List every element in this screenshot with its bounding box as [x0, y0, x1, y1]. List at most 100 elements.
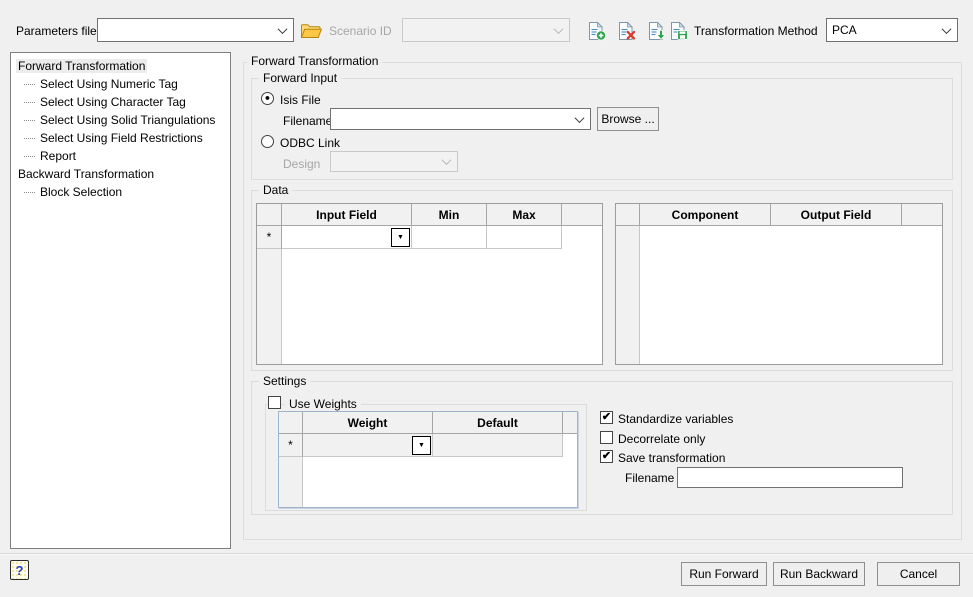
forward-input-group-title: Forward Input	[259, 71, 341, 85]
max-cell[interactable]	[487, 226, 562, 249]
run-forward-button[interactable]: Run Forward	[681, 562, 767, 586]
use-weights-label[interactable]: Use Weights	[285, 397, 361, 411]
forward-transformation-group-title: Forward Transformation	[247, 54, 382, 68]
table-body-area[interactable]	[303, 457, 577, 507]
open-parameters-file-button[interactable]	[299, 19, 323, 41]
save-filename-input[interactable]	[677, 467, 903, 488]
header-filler	[562, 204, 602, 226]
tree-connector	[24, 138, 35, 139]
tree-item-select-using-field-restrictions[interactable]: Select Using Field Restrictions	[11, 129, 230, 147]
footer-divider-highlight	[0, 554, 973, 555]
input-fields-table: Input Field Min Max * ▼	[256, 203, 603, 365]
load-scenario-button[interactable]	[646, 19, 668, 43]
new-row: * ▼	[279, 434, 577, 457]
table-header-row: Input Field Min Max	[257, 204, 602, 226]
isis-file-label[interactable]: Isis File	[280, 93, 321, 107]
navigation-tree: Forward Transformation Select Using Nume…	[10, 52, 231, 549]
new-row: * ▼	[257, 226, 602, 249]
column-header-component[interactable]: Component	[640, 204, 771, 226]
new-row-marker: *	[257, 226, 282, 249]
design-combobox	[330, 151, 458, 172]
tree-item-select-using-character-tag[interactable]: Select Using Character Tag	[11, 93, 230, 111]
filename-combobox[interactable]	[330, 108, 591, 130]
new-row-marker: *	[279, 434, 303, 457]
document-plus-icon	[587, 21, 607, 41]
chevron-down-icon	[442, 155, 452, 165]
odbc-link-label[interactable]: ODBC Link	[280, 136, 340, 150]
help-button[interactable]: ?	[10, 560, 29, 580]
tree-item-block-selection[interactable]: Block Selection	[11, 183, 230, 201]
row-header-strip	[257, 249, 282, 364]
tree-item-select-using-solid-triangulations[interactable]: Select Using Solid Triangulations	[11, 111, 230, 129]
min-cell[interactable]	[412, 226, 487, 249]
document-x-icon	[617, 21, 637, 41]
document-down-arrow-icon	[647, 21, 667, 41]
document-save-icon	[669, 21, 689, 41]
column-header-output-field[interactable]: Output Field	[771, 204, 902, 226]
column-header-min[interactable]: Min	[412, 204, 487, 226]
row-header-strip	[616, 226, 640, 364]
checkmark: ✔	[602, 451, 611, 462]
save-filename-label: Filename	[625, 471, 674, 485]
chevron-down-icon	[575, 113, 585, 123]
weight-cell[interactable]: ▼	[303, 434, 433, 457]
column-header-weight[interactable]: Weight	[303, 412, 433, 434]
row-filler	[563, 434, 577, 457]
decorrelate-only-checkbox[interactable]	[600, 431, 613, 444]
standardize-variables-label[interactable]: Standardize variables	[618, 412, 733, 426]
tree-connector	[24, 120, 35, 121]
row-header-cell	[257, 204, 282, 226]
tree-item-select-using-numeric-tag[interactable]: Select Using Numeric Tag	[11, 75, 230, 93]
table-body	[279, 457, 577, 507]
table-header-row: Component Output Field	[616, 204, 942, 226]
header-filler	[563, 412, 577, 434]
parameters-file-combobox[interactable]	[97, 18, 294, 42]
header-filler	[902, 204, 942, 226]
column-header-input-field[interactable]: Input Field	[282, 204, 412, 226]
tree-connector	[24, 102, 35, 103]
output-fields-table: Component Output Field	[615, 203, 943, 365]
delete-scenario-button[interactable]	[616, 19, 638, 43]
odbc-link-radio[interactable]	[261, 135, 274, 148]
browse-button[interactable]: Browse ...	[597, 107, 659, 131]
scenario-id-combobox	[402, 18, 570, 42]
tree-item-report[interactable]: Report	[11, 147, 230, 165]
save-transformation-label[interactable]: Save transformation	[618, 451, 725, 465]
run-backward-button[interactable]: Run Backward	[773, 562, 865, 586]
standardize-variables-checkbox[interactable]: ✔	[600, 411, 613, 424]
tree-item-backward-transformation[interactable]: Backward Transformation	[11, 165, 230, 183]
parameters-file-label: Parameters file	[16, 24, 97, 38]
transformation-method-label: Transformation Method	[694, 24, 818, 38]
row-header-cell	[279, 412, 303, 434]
transformation-method-combobox[interactable]: PCA	[826, 18, 958, 42]
decorrelate-only-label[interactable]: Decorrelate only	[618, 432, 705, 446]
new-scenario-button[interactable]	[586, 19, 608, 43]
tree-item-forward-transformation[interactable]: Forward Transformation	[11, 57, 230, 75]
tree-connector	[24, 156, 35, 157]
save-scenario-button[interactable]	[668, 19, 690, 43]
default-cell[interactable]	[433, 434, 563, 457]
save-transformation-checkbox[interactable]: ✔	[600, 450, 613, 463]
tree-connector	[24, 84, 35, 85]
table-body-area[interactable]	[640, 226, 942, 364]
use-weights-checkbox[interactable]	[268, 396, 281, 409]
question-mark-icon: ?	[16, 563, 24, 578]
table-body-area[interactable]	[282, 249, 602, 364]
column-header-max[interactable]: Max	[487, 204, 562, 226]
tree-connector	[24, 192, 35, 193]
row-header-cell	[616, 204, 640, 226]
weight-dropdown-button[interactable]: ▼	[412, 436, 431, 455]
design-label: Design	[283, 157, 320, 171]
chevron-down-icon	[942, 24, 952, 34]
column-header-default[interactable]: Default	[433, 412, 563, 434]
row-filler	[562, 226, 602, 249]
checkmark: ✔	[602, 412, 611, 423]
pca-transformation-dialog: Parameters file Scenario ID	[0, 0, 973, 597]
cancel-button[interactable]: Cancel	[877, 562, 960, 586]
table-body	[257, 249, 602, 364]
table-header-row: Weight Default	[279, 412, 577, 434]
input-field-dropdown-button[interactable]: ▼	[391, 228, 410, 247]
isis-file-radio[interactable]: ●	[261, 92, 274, 105]
input-field-cell[interactable]: ▼	[282, 226, 412, 249]
weights-table: Weight Default * ▼	[278, 411, 578, 508]
